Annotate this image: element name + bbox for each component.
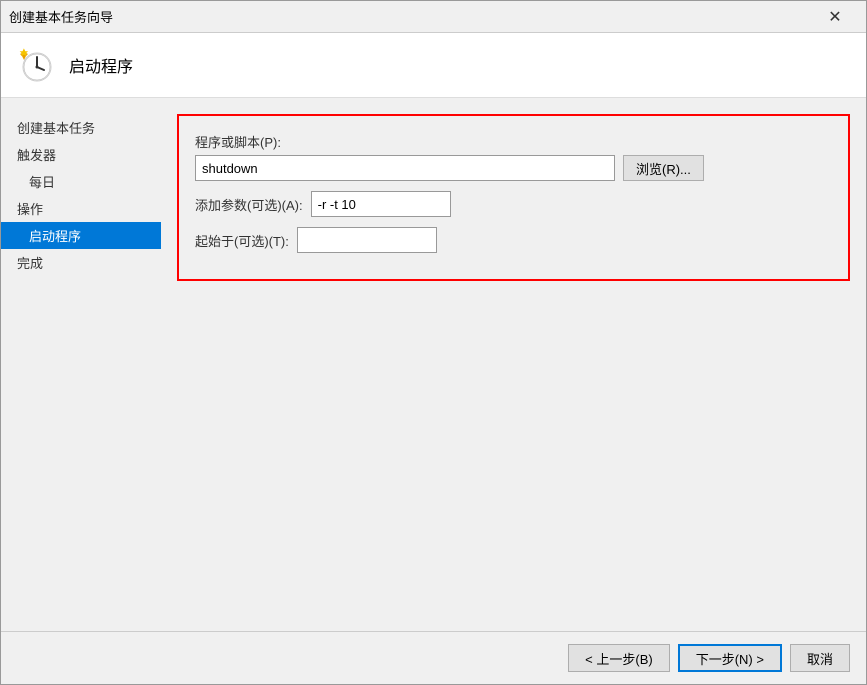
sidebar-item-create-task[interactable]: 创建基本任务: [1, 114, 161, 141]
content-area: 程序或脚本(P): 浏览(R)... 添加参数(可选)(A):: [161, 98, 866, 631]
header-icon: [17, 45, 57, 85]
program-row: 程序或脚本(P): 浏览(R)...: [195, 132, 832, 181]
start-row: 起始于(可选)(T):: [195, 227, 832, 253]
params-row: 添加参数(可选)(A):: [195, 191, 832, 217]
sidebar-item-finish[interactable]: 完成: [1, 249, 161, 276]
params-input[interactable]: [311, 191, 451, 217]
dialog-title: 创建基本任务向导: [9, 7, 113, 26]
header-title: 启动程序: [69, 53, 133, 77]
sidebar: 创建基本任务 触发器 每日 操作 启动程序 完成: [1, 98, 161, 631]
main-content: 创建基本任务 触发器 每日 操作 启动程序 完成 程序或脚本(P): 浏览(R)…: [1, 98, 866, 631]
close-button[interactable]: ✕: [812, 1, 858, 33]
program-input-row: 浏览(R)...: [195, 155, 832, 181]
back-button[interactable]: < 上一步(B): [568, 644, 670, 672]
sidebar-item-start-program[interactable]: 启动程序: [1, 222, 161, 249]
header-section: 启动程序: [1, 33, 866, 98]
program-input[interactable]: [195, 155, 615, 181]
title-bar: 创建基本任务向导 ✕: [1, 1, 866, 33]
start-label: 起始于(可选)(T):: [195, 231, 289, 250]
form-box: 程序或脚本(P): 浏览(R)... 添加参数(可选)(A):: [177, 114, 850, 281]
sidebar-item-daily[interactable]: 每日: [1, 168, 161, 195]
cancel-button[interactable]: 取消: [790, 644, 850, 672]
footer: < 上一步(B) 下一步(N) > 取消: [1, 631, 866, 684]
title-bar-left: 创建基本任务向导: [9, 7, 113, 26]
dialog: 创建基本任务向导 ✕ 启动程序 创建基本任务 触发器 每日: [0, 0, 867, 685]
next-button[interactable]: 下一步(N) >: [678, 644, 782, 672]
clock-icon: [19, 47, 55, 83]
browse-button[interactable]: 浏览(R)...: [623, 155, 704, 181]
params-input-row: 添加参数(可选)(A):: [195, 191, 832, 217]
params-label: 添加参数(可选)(A):: [195, 195, 303, 214]
start-input-row: 起始于(可选)(T):: [195, 227, 832, 253]
sidebar-item-action[interactable]: 操作: [1, 195, 161, 222]
sidebar-item-trigger[interactable]: 触发器: [1, 141, 161, 168]
start-input[interactable]: [297, 227, 437, 253]
program-label: 程序或脚本(P):: [195, 132, 832, 151]
